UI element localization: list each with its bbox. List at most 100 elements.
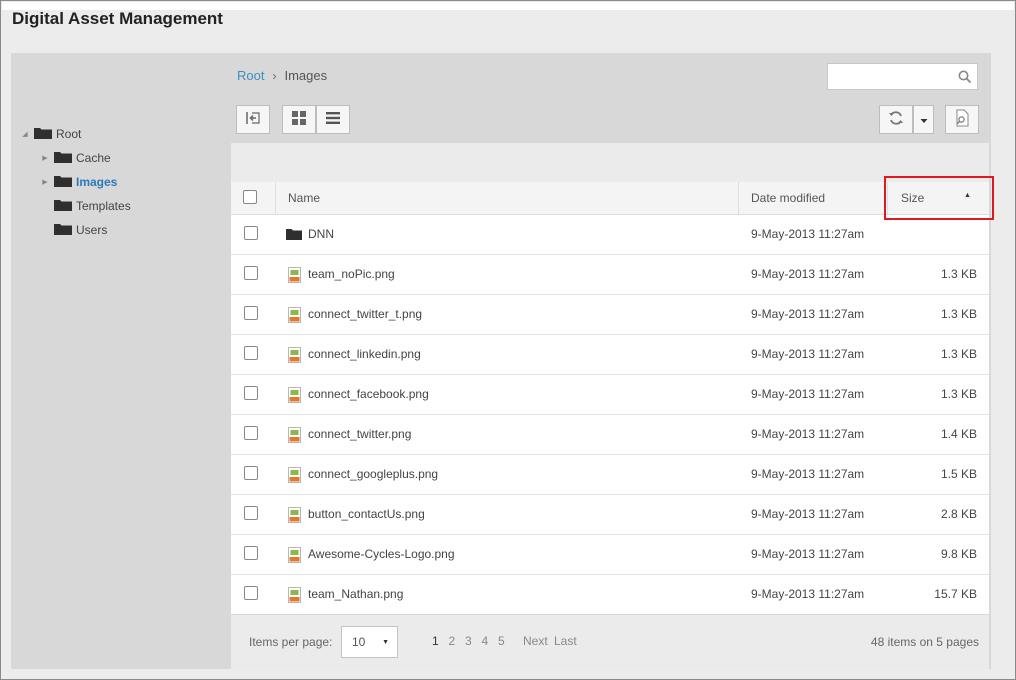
file-name[interactable]: connect_twitter_t.png	[308, 307, 422, 321]
row-checkbox[interactable]	[244, 386, 258, 400]
row-checkbox[interactable]	[244, 346, 258, 360]
folder-icon	[286, 228, 302, 243]
refresh-dropdown-button[interactable]	[913, 105, 934, 134]
collapse-panel-button[interactable]	[236, 105, 270, 134]
tree-item-images[interactable]: ▶ Images	[40, 172, 117, 192]
folder-icon	[54, 151, 76, 166]
table-row[interactable]: connect_twitter_t.png 9-May-2013 11:27am 1…	[231, 295, 989, 335]
row-checkbox[interactable]	[244, 226, 258, 240]
table-row[interactable]: connect_twitter.png 9-May-2013 11:27am 1.4…	[231, 415, 989, 455]
column-separator	[275, 182, 276, 214]
breadcrumb: Root › Images	[237, 68, 327, 83]
grid-view-button[interactable]	[282, 105, 316, 134]
pager: Items per page: 10 ▼ 12345 Next Last 48 …	[231, 614, 989, 669]
file-name[interactable]: team_noPic.png	[308, 267, 395, 281]
tree-item-cache[interactable]: ▶ Cache	[40, 148, 111, 168]
breadcrumb-root-link[interactable]: Root	[237, 68, 264, 83]
file-name[interactable]: Awesome-Cycles-Logo.png	[308, 547, 455, 561]
items-per-page-label: Items per page:	[249, 635, 333, 649]
date-modified: 9-May-2013 11:27am	[751, 427, 865, 441]
row-checkbox[interactable]	[244, 546, 258, 560]
table-row[interactable]: button_contactUs.png 9-May-2013 11:27am 2.…	[231, 495, 989, 535]
column-header-date[interactable]: Date modified	[751, 191, 825, 205]
png-file-icon	[288, 547, 301, 566]
column-header-size[interactable]: Size	[901, 191, 924, 205]
table-row[interactable]: connect_googleplus.png 9-May-2013 11:27am…	[231, 455, 989, 495]
file-name[interactable]: connect_googleplus.png	[308, 467, 438, 481]
search-box	[827, 63, 978, 90]
last-page-link[interactable]: Last	[554, 634, 577, 648]
refresh-icon	[888, 110, 904, 129]
file-size: 15.7 KB	[934, 587, 977, 601]
table-row[interactable]: team_Nathan.png 9-May-2013 11:27am 15.7 KB	[231, 575, 989, 615]
tree-item-templates[interactable]: Templates	[40, 196, 131, 216]
table-row[interactable]: team_noPic.png 9-May-2013 11:27am 1.3 KB	[231, 255, 989, 295]
column-separator	[738, 182, 739, 214]
table-row[interactable]: connect_facebook.png 9-May-2013 11:27am 1.…	[231, 375, 989, 415]
list-view-button[interactable]	[316, 105, 350, 134]
select-all-checkbox[interactable]	[243, 190, 257, 204]
tree-item-root[interactable]: ◢ Root	[20, 124, 81, 144]
file-size: 1.3 KB	[940, 387, 977, 401]
file-size: 1.3 KB	[940, 347, 977, 361]
table-row[interactable]: connect_linkedin.png 9-May-2013 11:27am 1.…	[231, 335, 989, 375]
png-file-icon	[288, 587, 301, 606]
tree-item-label: Templates	[76, 199, 131, 213]
tree-item-users[interactable]: Users	[40, 220, 107, 240]
column-header-name[interactable]: Name	[288, 191, 320, 205]
file-name[interactable]: DNN	[308, 227, 334, 241]
file-name[interactable]: button_contactUs.png	[308, 507, 425, 521]
dropdown-caret-icon	[920, 113, 928, 127]
date-modified: 9-May-2013 11:27am	[751, 227, 865, 241]
search-input[interactable]	[828, 64, 960, 89]
date-modified: 9-May-2013 11:27am	[751, 467, 865, 481]
sort-ascending-icon: ▲	[964, 192, 971, 199]
row-checkbox[interactable]	[244, 266, 258, 280]
page-links: 12345	[432, 634, 515, 648]
file-search-button[interactable]	[945, 105, 979, 134]
date-modified: 9-May-2013 11:27am	[751, 387, 865, 401]
tree-item-label: Cache	[76, 151, 111, 165]
png-file-icon	[288, 387, 301, 406]
file-size: 9.8 KB	[940, 547, 977, 561]
table-row[interactable]: DNN 9-May-2013 11:27am	[231, 215, 989, 255]
refresh-button[interactable]	[879, 105, 913, 134]
file-name[interactable]: team_Nathan.png	[308, 587, 403, 601]
list-toolbar-strip	[231, 143, 989, 183]
items-per-page-value: 10	[352, 635, 366, 649]
date-modified: 9-May-2013 11:27am	[751, 347, 865, 361]
folder-icon	[34, 127, 56, 142]
page-link-5[interactable]: 5	[498, 634, 515, 648]
collapsed-arrow-icon[interactable]: ▶	[40, 178, 50, 186]
folder-icon	[54, 175, 76, 190]
search-icon[interactable]	[958, 70, 972, 87]
table-row[interactable]: Awesome-Cycles-Logo.png 9-May-2013 11:27a…	[231, 535, 989, 575]
file-list: Name Date modified Size ▲ DNN 9-May-2013 …	[231, 143, 989, 669]
date-modified: 9-May-2013 11:27am	[751, 307, 865, 321]
png-file-icon	[288, 507, 301, 526]
page-link-1[interactable]: 1	[432, 634, 449, 648]
tree-item-label: Root	[56, 127, 82, 141]
png-file-icon	[288, 307, 301, 326]
file-name[interactable]: connect_linkedin.png	[308, 347, 421, 361]
page-link-3[interactable]: 3	[465, 634, 482, 648]
png-file-icon	[288, 347, 301, 366]
page-link-2[interactable]: 2	[449, 634, 466, 648]
date-modified: 9-May-2013 11:27am	[751, 587, 865, 601]
collapsed-arrow-icon[interactable]: ▶	[40, 154, 50, 162]
row-checkbox[interactable]	[244, 426, 258, 440]
items-per-page-select[interactable]: 10 ▼	[341, 626, 398, 658]
file-name[interactable]: connect_twitter.png	[308, 427, 411, 441]
row-checkbox[interactable]	[244, 466, 258, 480]
folder-icon	[54, 223, 76, 238]
row-checkbox[interactable]	[244, 506, 258, 520]
expanded-arrow-icon[interactable]: ◢	[20, 130, 30, 138]
page-link-4[interactable]: 4	[482, 634, 499, 648]
row-checkbox[interactable]	[244, 306, 258, 320]
file-name[interactable]: connect_facebook.png	[308, 387, 429, 401]
tree-item-label: Images	[76, 175, 118, 189]
file-size: 1.4 KB	[940, 427, 977, 441]
date-modified: 9-May-2013 11:27am	[751, 507, 865, 521]
next-page-link[interactable]: Next	[523, 634, 548, 648]
row-checkbox[interactable]	[244, 586, 258, 600]
